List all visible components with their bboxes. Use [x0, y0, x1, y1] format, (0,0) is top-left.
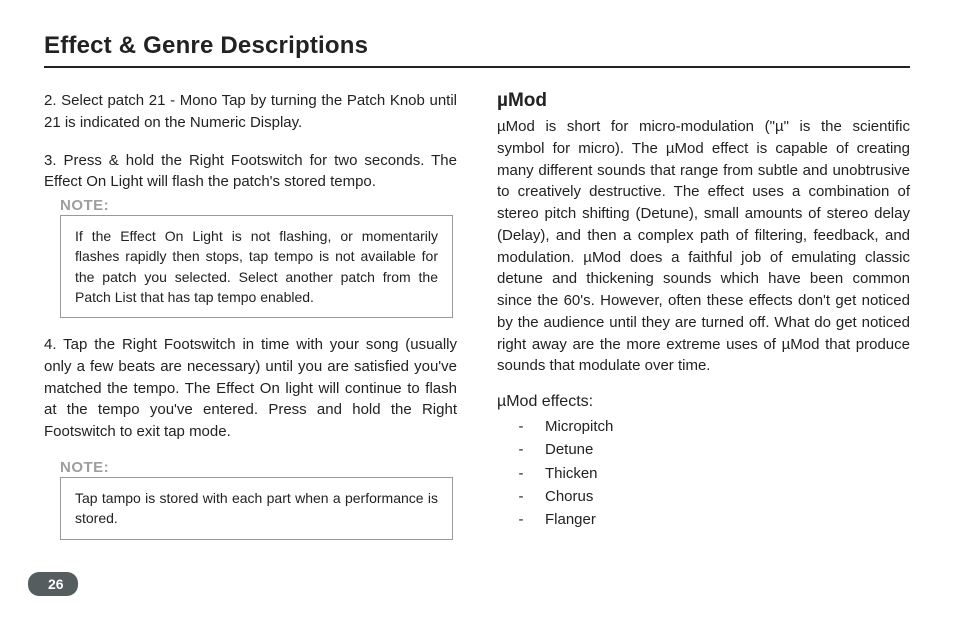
left-column: 2. Select patch 21 - Mono Tap by turning…: [44, 90, 457, 556]
effect-name: Thicken: [545, 462, 598, 485]
bullet-dash: -: [497, 508, 545, 531]
list-item: -Flanger: [497, 508, 910, 531]
page-number-badge: 26: [28, 572, 78, 596]
umod-effects-heading: µMod effects:: [497, 393, 910, 411]
list-item: -Detune: [497, 438, 910, 461]
right-column: µMod µMod is short for micro-modulation …: [497, 90, 910, 556]
content-columns: 2. Select patch 21 - Mono Tap by turning…: [44, 90, 910, 556]
bullet-dash: -: [497, 438, 545, 461]
effect-name: Flanger: [545, 508, 596, 531]
list-item: -Thicken: [497, 462, 910, 485]
list-item: -Micropitch: [497, 415, 910, 438]
effect-name: Micropitch: [545, 415, 613, 438]
umod-effects-list: -Micropitch -Detune -Thicken -Chorus -Fl…: [497, 415, 910, 531]
note-label-1: NOTE:: [60, 197, 457, 214]
list-item: -Chorus: [497, 485, 910, 508]
note-box-2: Tap tampo is stored with each part when …: [60, 477, 453, 540]
effect-name: Detune: [545, 438, 593, 461]
bullet-dash: -: [497, 462, 545, 485]
note-label-2: NOTE:: [60, 459, 457, 476]
umod-heading: µMod: [497, 90, 910, 112]
step-3: 3. Press & hold the Right Footswitch for…: [44, 150, 457, 194]
manual-page: Effect & Genre Descriptions 2. Select pa…: [0, 0, 954, 618]
effect-name: Chorus: [545, 485, 593, 508]
bullet-dash: -: [497, 485, 545, 508]
step-2: 2. Select patch 21 - Mono Tap by turning…: [44, 90, 457, 134]
page-title: Effect & Genre Descriptions: [44, 32, 910, 68]
umod-body: µMod is short for micro-modulation ("µ" …: [497, 116, 910, 377]
bullet-dash: -: [497, 415, 545, 438]
note-box-1: If the Effect On Light is not flashing, …: [60, 215, 453, 318]
step-4: 4. Tap the Right Footswitch in time with…: [44, 334, 457, 443]
